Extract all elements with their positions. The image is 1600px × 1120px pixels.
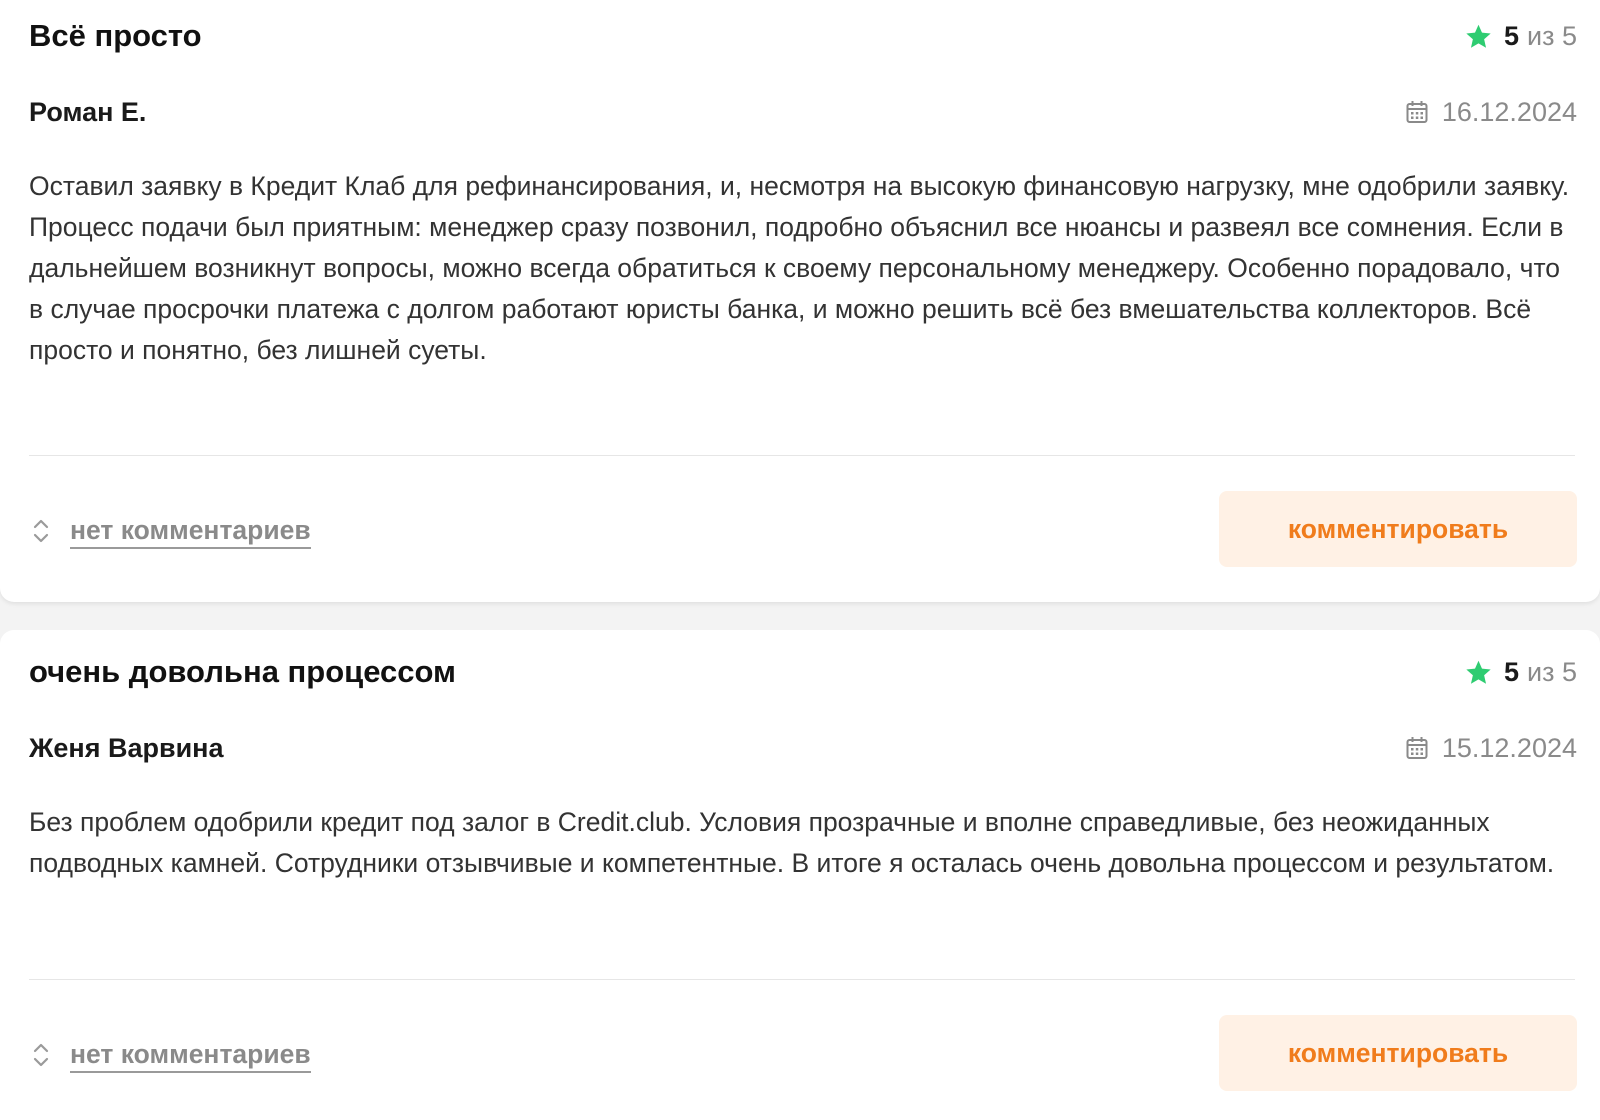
- review-card: очень довольна процессом 5 из 5 Женя Вар…: [0, 630, 1600, 1120]
- comments-toggle[interactable]: нет комментариев: [30, 1037, 311, 1073]
- comments-count-link[interactable]: нет комментариев: [70, 1037, 311, 1073]
- review-rating: 5 из 5: [1465, 18, 1577, 54]
- calendar-icon: [1406, 101, 1428, 123]
- review-date-text: 16.12.2024: [1441, 97, 1577, 127]
- review-text: Без проблем одобрили кредит под залог в …: [29, 807, 1555, 878]
- review-author: Роман Е.: [29, 97, 147, 127]
- rating-score: 5: [1503, 21, 1520, 51]
- review-rating: 5 из 5: [1465, 654, 1577, 690]
- comments-toggle[interactable]: нет комментариев: [30, 513, 311, 549]
- review-author: Женя Варвина: [29, 733, 224, 763]
- rating-max: из 5: [1527, 21, 1577, 51]
- rating-score: 5: [1503, 657, 1520, 687]
- review-date: 15.12.2024: [1406, 730, 1577, 766]
- review-title: Всё просто: [29, 18, 202, 53]
- comment-button[interactable]: комментировать: [1219, 1015, 1577, 1091]
- review-text: Оставил заявку в Кредит Клаб для рефинан…: [29, 171, 1570, 365]
- review-title: очень довольна процессом: [29, 654, 456, 689]
- divider: [29, 455, 1575, 456]
- review-date-text: 15.12.2024: [1441, 733, 1577, 763]
- divider: [29, 979, 1575, 980]
- review-date: 16.12.2024: [1406, 94, 1577, 130]
- calendar-icon: [1406, 737, 1428, 759]
- star-icon: [1466, 660, 1491, 684]
- expand-collapse-icon: [33, 519, 49, 543]
- rating-max: из 5: [1527, 657, 1577, 687]
- star-icon: [1466, 24, 1491, 48]
- review-card: Всё просто 5 из 5 Роман Е. 16.12.2024 Ос…: [0, 0, 1600, 602]
- comment-button[interactable]: комментировать: [1219, 491, 1577, 567]
- comments-count-link[interactable]: нет комментариев: [70, 513, 311, 549]
- expand-collapse-icon: [33, 1043, 49, 1067]
